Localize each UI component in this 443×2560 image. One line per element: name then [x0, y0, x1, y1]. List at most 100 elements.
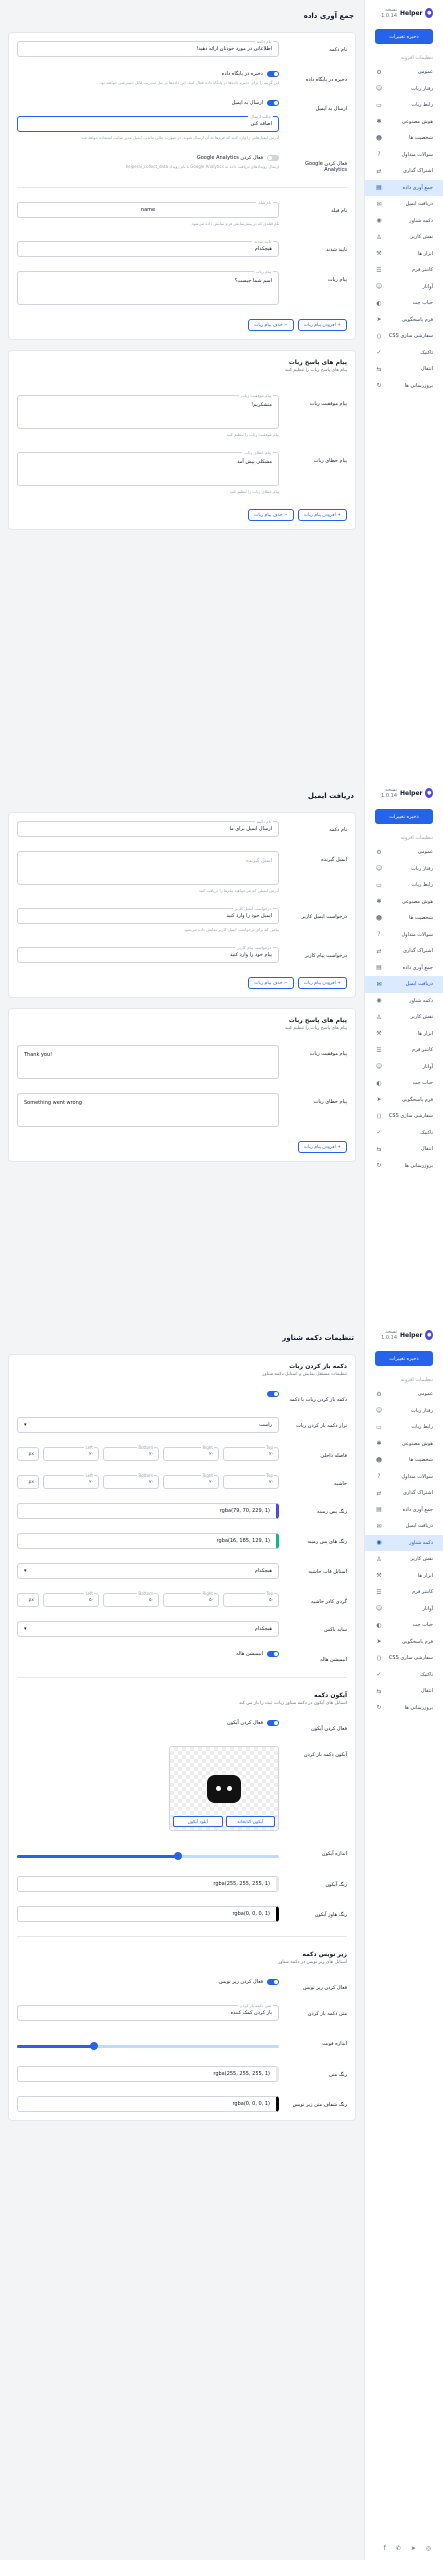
sidebar-item[interactable]: انتقال ⇆: [365, 1141, 443, 1158]
radius-bottom-input[interactable]: Bottom ۵۰: [103, 1591, 159, 1607]
open-text-input[interactable]: متن دکمه باز کردن باز کردن کمک کننده: [17, 2003, 279, 2021]
sidebar-item[interactable]: اشتراک گذاری ⇄: [365, 163, 443, 180]
radius-top-input[interactable]: Top ۵۰: [223, 1591, 279, 1607]
sidebar-item[interactable]: هوش مصنوعی ✱: [365, 114, 443, 131]
error-message-textarea[interactable]: Something went wrong: [17, 1093, 279, 1127]
font-size-slider[interactable]: [17, 2042, 279, 2050]
upload-icon-button[interactable]: آپلود آیکون: [173, 1816, 223, 1827]
sidebar-item[interactable]: فرم پاسخگویی ➤: [365, 312, 443, 329]
open-button-toggle[interactable]: [267, 1391, 279, 1397]
margin-bottom-input[interactable]: Bottom ۲۰: [103, 1473, 159, 1489]
sidebar-item[interactable]: نقش کاربر ♙: [365, 1551, 443, 1568]
sidebar-item[interactable]: آواتار ☺: [365, 1601, 443, 1618]
sidebar-item[interactable]: جمع آوری داده ▤: [365, 960, 443, 977]
sidebar-item[interactable]: اشتراک گذاری ⇄: [365, 1485, 443, 1502]
sidebar-item[interactable]: ابزار ها ⚒: [365, 1026, 443, 1043]
bg-hover-color-input[interactable]: rgba(16, 185, 129, 1): [17, 1533, 279, 1549]
remove-bot-message-button[interactable]: − حذف پیام ربات: [248, 319, 294, 331]
sidebar-item[interactable]: دکمه شناور ◉: [365, 993, 443, 1010]
sidebar-item[interactable]: سوالات متداول?: [365, 927, 443, 944]
sidebar-item[interactable]: حباب چت ◐: [365, 1617, 443, 1634]
sidebar-item[interactable]: انتقال ⇆: [365, 1683, 443, 1700]
halo-animation-toggle[interactable]: [267, 1651, 279, 1657]
sidebar-item[interactable]: دریافت ایمیل ✉: [365, 1518, 443, 1535]
sidebar-item[interactable]: ابزار ها ⚒: [365, 1568, 443, 1585]
save-changes-button[interactable]: ذخیره تغییرات: [375, 29, 433, 44]
sidebar-item[interactable]: شخصیت ها ☻: [365, 130, 443, 147]
sidebar-item[interactable]: شخصیت ها ☻: [365, 1452, 443, 1469]
icon-enable-toggle[interactable]: [267, 1720, 279, 1726]
sidebar-item[interactable]: بروزرسانی ها ↻: [365, 378, 443, 395]
user-email-request-input[interactable]: درخواست ایمیل کاربر ایمیل خود را وارد کنی…: [17, 906, 279, 924]
sidebar-item[interactable]: دریافت ایمیل ✉: [365, 976, 443, 993]
sidebar-item[interactable]: هوش مصنوعی ✱: [365, 1436, 443, 1453]
button-name-input[interactable]: نام دکمه اطلاعاتی در مورد خودتان ارائه ده…: [17, 39, 279, 57]
sidebar-item[interactable]: تاکتیک ✓: [365, 345, 443, 362]
icon-hover-color-input[interactable]: rgba(0, 0, 0, 1): [17, 1906, 279, 1922]
subtitle-bg-color-input[interactable]: rgba(0, 0, 0, 1): [17, 2096, 279, 2112]
recipient-email-input[interactable]: ایمیل گیرنده: [17, 851, 279, 885]
text-color-input[interactable]: rgba(255, 255, 255, 1): [17, 2066, 279, 2082]
add-bot-message-button[interactable]: + افزودن پیام ربات: [297, 977, 347, 989]
subtitle-enable-toggle[interactable]: [267, 1979, 279, 1985]
sidebar-item[interactable]: دریافت ایمیل ✉: [365, 196, 443, 213]
confirm-select[interactable]: تایید شدند هیچکدام: [17, 239, 279, 257]
radius-left-input[interactable]: Left ۵۰: [43, 1591, 99, 1607]
padding-top-input[interactable]: Top ۲۰: [223, 1445, 279, 1461]
unit-select[interactable]: px: [17, 1593, 39, 1607]
sidebar-item[interactable]: تاکتیک ✓: [365, 1125, 443, 1142]
sidebar-item[interactable]: آواتار ☺: [365, 1059, 443, 1076]
add-bot-message-button[interactable]: + افزودن پیام ربات: [297, 319, 347, 331]
sidebar-item[interactable]: دکمه شناور ◉: [365, 1534, 443, 1551]
send-email-toggle[interactable]: [267, 100, 279, 106]
sidebar-item[interactable]: رفتار ربات ☺: [365, 1403, 443, 1420]
button-name-input[interactable]: نام دکمه ارسال ایمیل برای ما: [17, 819, 279, 837]
facebook-icon[interactable]: f: [384, 2545, 386, 2552]
sidebar-item[interactable]: سفارشی سازی CSS ⟨⟩: [365, 328, 443, 345]
sidebar-item[interactable]: رابط ربات ▭: [365, 1419, 443, 1436]
sidebar-item[interactable]: سوالات متداول?: [365, 1469, 443, 1486]
sidebar-item[interactable]: رابط ربات ▭: [365, 97, 443, 114]
sidebar-item[interactable]: رابط ربات ▭: [365, 877, 443, 894]
telegram-icon[interactable]: ➤: [411, 2545, 416, 2552]
sidebar-item[interactable]: حباب چت ◐: [365, 1075, 443, 1092]
sidebar-item[interactable]: فرم پاسخگویی ➤: [365, 1092, 443, 1109]
sidebar-item[interactable]: سفارشی سازی CSS ⟨⟩: [365, 1108, 443, 1125]
padding-left-input[interactable]: Left ۲۰: [43, 1445, 99, 1461]
sidebar-item[interactable]: جمع آوری داده ▤: [365, 1502, 443, 1519]
unit-select[interactable]: px: [17, 1475, 39, 1489]
icon-color-input[interactable]: rgba(255, 255, 255, 1): [17, 1876, 279, 1892]
sidebar-item[interactable]: انتقال ⇆: [365, 361, 443, 378]
error-message-textarea[interactable]: پیام خطای ربات مشکلی پیش آمد: [17, 450, 279, 486]
sidebar-item[interactable]: کانتنر فرم ☰: [365, 1042, 443, 1059]
remove-bot-message-button[interactable]: − حذف پیام ربات: [248, 977, 294, 989]
add-bot-message-button[interactable]: + افزودن پیام ربات: [297, 509, 347, 521]
sidebar-item[interactable]: نقش کاربر ♙: [365, 1009, 443, 1026]
sidebar-item[interactable]: هوش مصنوعی ✱: [365, 894, 443, 911]
save-changes-button[interactable]: ذخیره تغییرات: [375, 1351, 433, 1366]
save-db-toggle[interactable]: [267, 71, 279, 77]
padding-right-input[interactable]: Right ۲۰: [163, 1445, 219, 1461]
sidebar-item[interactable]: رفتار ربات ☺: [365, 861, 443, 878]
bg-color-input[interactable]: rgba(79, 70, 229, 1): [17, 1503, 279, 1519]
sidebar-item[interactable]: رفتار ربات ☺: [365, 81, 443, 98]
icon-size-slider[interactable]: [17, 1852, 279, 1860]
sidebar-item[interactable]: ابزار ها ⚒: [365, 246, 443, 263]
bot-message-textarea[interactable]: پیام ربات اسم شما چیست؟: [17, 269, 279, 305]
success-message-textarea[interactable]: Thank you!: [17, 1045, 279, 1079]
add-bot-message-button[interactable]: + افزودن پیام ربات: [297, 1141, 347, 1153]
sidebar-item[interactable]: آواتار ☺: [365, 279, 443, 296]
icon-library-button[interactable]: آیکون کتابخانه: [225, 1816, 275, 1827]
user-message-request-input[interactable]: درخواست پیام کاربر پیام خود را وارد کنید: [17, 945, 279, 963]
analytics-toggle[interactable]: [267, 155, 279, 161]
sidebar-item[interactable]: نقش کاربر ♙: [365, 229, 443, 246]
sidebar-item[interactable]: اشتراک گذاری ⇄: [365, 943, 443, 960]
sidebar-item[interactable]: فرم پاسخگویی ➤: [365, 1634, 443, 1651]
sidebar-item[interactable]: تاکتیک ✓: [365, 1667, 443, 1684]
sidebar-item[interactable]: سوالات متداول?: [365, 147, 443, 164]
padding-bottom-input[interactable]: Bottom ۲۰: [103, 1445, 159, 1461]
save-changes-button[interactable]: ذخیره تغییرات: [375, 809, 433, 824]
whatsapp-icon[interactable]: ✆: [396, 2545, 401, 2552]
field-name-input[interactable]: نام فیلد name: [17, 200, 279, 218]
sidebar-item[interactable]: بروزرسانی ها ↻: [365, 1158, 443, 1175]
